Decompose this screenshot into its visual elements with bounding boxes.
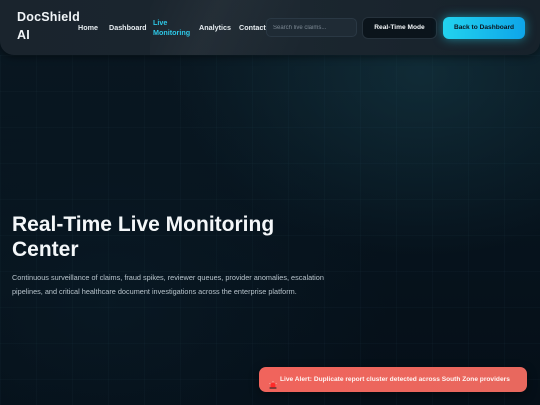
alert-text: Live Alert: Duplicate report cluster det… bbox=[280, 376, 510, 383]
page-title: Real-Time Live Monitoring Center bbox=[12, 213, 275, 261]
back-to-dashboard-button[interactable]: Back to Dashboard bbox=[443, 17, 525, 39]
nav-dashboard[interactable]: Dashboard bbox=[109, 23, 147, 33]
nav-contact[interactable]: Contact bbox=[239, 23, 266, 33]
siren-icon bbox=[269, 376, 277, 389]
nav-home[interactable]: Home bbox=[78, 23, 98, 33]
search-input[interactable] bbox=[266, 18, 357, 37]
live-alert-toast[interactable]: Live Alert: Duplicate report cluster det… bbox=[259, 367, 527, 392]
nav-analytics[interactable]: Analytics bbox=[199, 23, 231, 33]
page: DocShield AI Home Dashboard Live Monitor… bbox=[0, 0, 540, 405]
nav-live-monitoring[interactable]: Live Monitoring bbox=[153, 18, 195, 38]
page-description: Continuous surveillance of claims, fraud… bbox=[12, 273, 324, 296]
real-time-mode-button[interactable]: Real-Time Mode bbox=[362, 17, 437, 39]
top-navbar: DocShield AI Home Dashboard Live Monitor… bbox=[0, 0, 540, 55]
